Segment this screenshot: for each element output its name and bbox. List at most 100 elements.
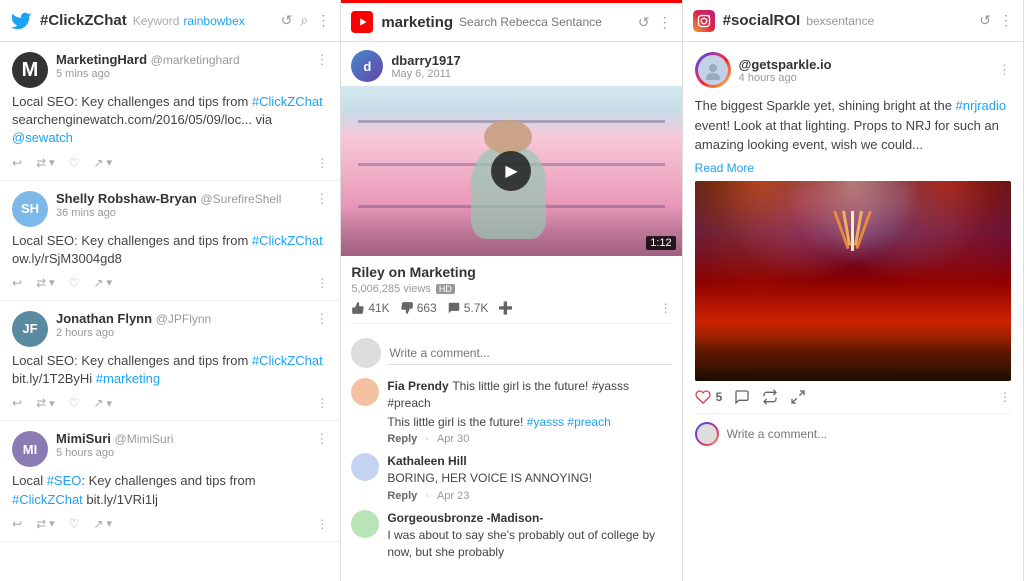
comment-input[interactable] — [389, 342, 671, 365]
ig-comment-row — [695, 413, 1011, 446]
instagram-icon — [693, 10, 715, 32]
twitter-hashtag: #ClickZChat — [40, 12, 127, 29]
reply-button[interactable]: Reply — [387, 490, 417, 502]
tweet-hashtag-seo[interactable]: #SEO — [47, 473, 82, 488]
tweet-hashtag-link[interactable]: #ClickZChat — [12, 492, 83, 507]
reply-action[interactable]: ↩ — [12, 276, 22, 290]
retweet-action[interactable]: ⇄ ▾ — [36, 396, 55, 410]
refresh-icon[interactable]: ↺ — [979, 12, 991, 29]
add-stat[interactable]: ➕ — [498, 301, 513, 315]
reply-button[interactable]: Reply — [387, 433, 417, 445]
tweet-handle: @marketinghard — [151, 53, 240, 67]
instagram-hashtag: #socialROI — [723, 12, 801, 29]
ig-more-action[interactable]: ⋮ — [999, 390, 1011, 404]
more-action[interactable]: ⋮ — [316, 276, 328, 290]
like-count: 41K — [368, 301, 389, 315]
reply-action[interactable]: ↩ — [12, 156, 22, 170]
share-action[interactable]: ↗ ▾ — [93, 396, 112, 410]
tweet-3: JF Jonathan Flynn @JPFlynn 2 hours ago ⋮… — [0, 301, 340, 421]
youtube-search-input[interactable] — [459, 15, 638, 29]
more-action[interactable]: ⋮ — [316, 396, 328, 410]
ig-comment-action[interactable] — [734, 389, 750, 405]
tweet-time: 2 hours ago — [56, 327, 307, 339]
comment-body-1: Fia Prendy This little girl is the futur… — [387, 378, 671, 445]
tweet-username: MimiSuri — [56, 431, 111, 446]
twitter-feed: M MarketingHard @marketinghard 5 mins ag… — [0, 42, 340, 581]
youtube-channel: marketing — [381, 14, 453, 31]
comment-text-display: BORING, HER VOICE IS ANNOYING! — [387, 470, 671, 487]
video-duration: 1:12 — [646, 236, 675, 250]
tweet-username: MarketingHard — [56, 52, 147, 67]
ig-comment-avatar-inner — [697, 424, 717, 444]
tweet-user-info: Shelly Robshaw-Bryan @SurefireShell 36 m… — [56, 191, 307, 219]
comment-avatar-gor — [351, 510, 379, 538]
more-action[interactable]: ⋮ — [316, 156, 328, 170]
dislike-count: 663 — [417, 301, 437, 315]
tweet-hashtag-link[interactable]: #ClickZChat — [252, 353, 323, 368]
more-icon[interactable]: ⋮ — [316, 12, 330, 29]
ig-repost-action[interactable] — [762, 389, 778, 405]
comment-actions-2: Reply · Apr 23 — [387, 490, 671, 502]
tweet-text: Local SEO: Key challenges and tips from … — [12, 352, 328, 388]
share-action[interactable]: ↗ ▾ — [93, 517, 112, 531]
search-icon[interactable]: ⌕ — [300, 12, 308, 29]
like-action[interactable]: ♡ — [69, 276, 80, 290]
separator: · — [425, 490, 429, 502]
tweet-text: Local #SEO: Key challenges and tips from… — [12, 472, 328, 508]
tweet-actions: ↩ ⇄ ▾ ♡ ↗ ▾ ⋮ — [12, 156, 328, 170]
uploader-name: dbarry1917 — [391, 53, 460, 68]
youtube-column: marketing ↺ ⋮ d dbarry1917 May 6, 2011 — [341, 0, 682, 581]
tweet-username: Shelly Robshaw-Bryan — [56, 191, 197, 206]
comment-1: Fia Prendy This little girl is the futur… — [351, 378, 671, 445]
video-info: Riley on Marketing 5,006,285 views HD 41… — [341, 256, 681, 332]
retweet-action[interactable]: ⇄ ▾ — [36, 517, 55, 531]
ig-like-action[interactable]: 5 — [695, 389, 723, 405]
refresh-icon[interactable]: ↺ — [281, 12, 293, 29]
keyword-value: rainbowbex — [183, 14, 244, 28]
tweet-more-icon[interactable]: ⋮ — [315, 431, 328, 447]
like-action[interactable]: ♡ — [69, 396, 80, 410]
like-stat[interactable]: 41K — [351, 301, 389, 315]
ig-comment-input[interactable] — [727, 427, 1011, 441]
video-title: Riley on Marketing — [351, 264, 671, 280]
tweet-hashtag-link2[interactable]: #marketing — [96, 371, 160, 386]
more-action[interactable]: ⋮ — [316, 517, 328, 531]
tweet-hashtag-link[interactable]: #ClickZChat — [252, 233, 323, 248]
tweet-mention-link[interactable]: @sewatch — [12, 130, 73, 145]
tweet-text: Local SEO: Key challenges and tips from … — [12, 93, 328, 148]
reply-action[interactable]: ↩ — [12, 517, 22, 531]
tweet-hashtag-link[interactable]: #ClickZChat — [252, 94, 323, 109]
tweet-more-icon[interactable]: ⋮ — [315, 52, 328, 68]
tweet-time: 36 mins ago — [56, 207, 307, 219]
ig-more-icon[interactable]: ⋮ — [998, 62, 1011, 78]
like-action[interactable]: ♡ — [69, 517, 80, 531]
retweet-action[interactable]: ⇄ ▾ — [36, 156, 55, 170]
comment-author: Fia Prendy — [387, 379, 448, 393]
more-icon[interactable]: ⋮ — [658, 14, 672, 31]
comment-author: Gorgeousbronze -Madison- — [387, 511, 543, 525]
share-action[interactable]: ↗ ▾ — [93, 276, 112, 290]
upload-date: May 6, 2011 — [391, 68, 460, 80]
ig-hashtag-link[interactable]: #nrjradio — [956, 98, 1007, 113]
tweet-handle: @JPFlynn — [156, 312, 212, 326]
comment-text-display: This little girl is the future! #yasss #… — [387, 414, 671, 431]
refresh-icon[interactable]: ↺ — [638, 14, 650, 31]
ig-share-action[interactable] — [790, 389, 806, 405]
video-thumbnail[interactable]: ▶ 1:12 — [341, 86, 681, 256]
comment-actions-1: Reply · Apr 30 — [387, 433, 671, 445]
tweet-text: Local SEO: Key challenges and tips from … — [12, 232, 328, 268]
keyword-label: Keyword — [133, 14, 180, 28]
retweet-action[interactable]: ⇄ ▾ — [36, 276, 55, 290]
tweet-actions: ↩ ⇄ ▾ ♡ ↗ ▾ ⋮ — [12, 396, 328, 410]
share-action[interactable]: ↗ ▾ — [93, 156, 112, 170]
tweet-more-icon[interactable]: ⋮ — [315, 311, 328, 327]
yt-more-icon[interactable]: ⋮ — [660, 301, 672, 315]
comment-count: 5.7K — [464, 301, 489, 315]
comment-stat[interactable]: 5.7K — [447, 301, 489, 315]
more-icon[interactable]: ⋮ — [999, 12, 1013, 29]
like-action[interactable]: ♡ — [69, 156, 80, 170]
tweet-more-icon[interactable]: ⋮ — [315, 191, 328, 207]
ig-read-more[interactable]: Read More — [695, 161, 1011, 175]
reply-action[interactable]: ↩ — [12, 396, 22, 410]
dislike-stat[interactable]: 663 — [400, 301, 437, 315]
